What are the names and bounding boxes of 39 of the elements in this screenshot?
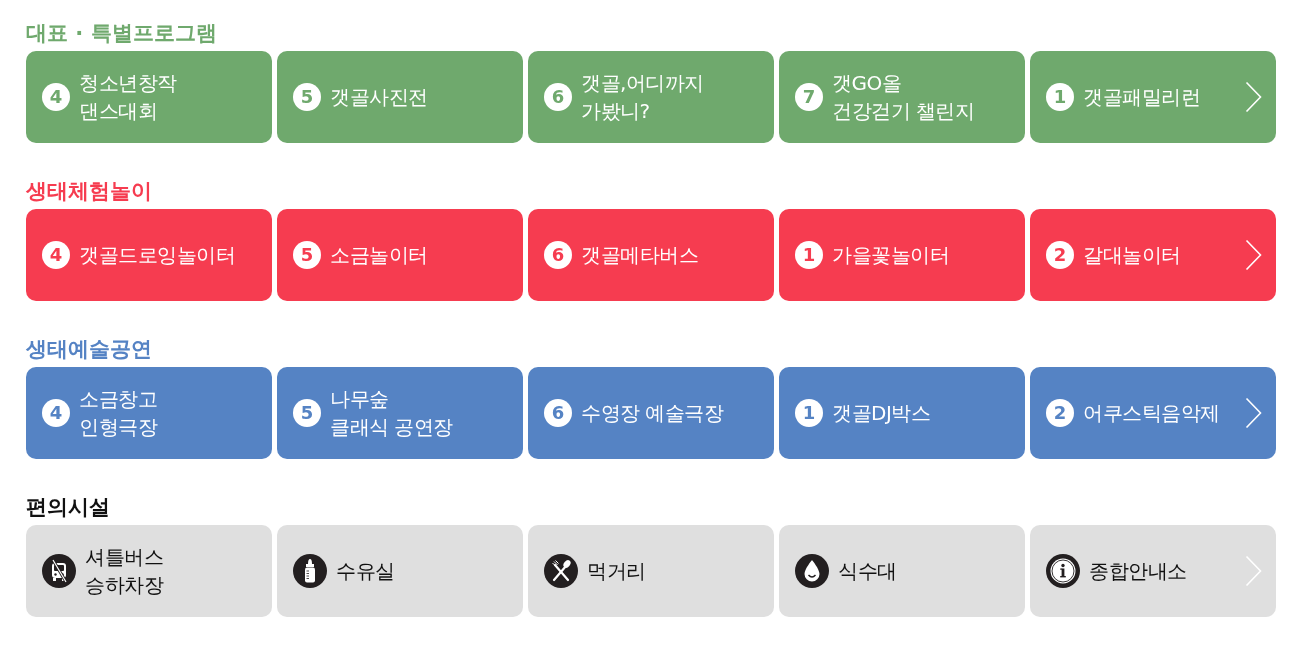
number-badge: 2 [1046,399,1074,427]
number-badge: 1 [795,399,823,427]
number-badge: 5 [293,83,321,111]
baby-bottle-icon [293,554,327,588]
program-card[interactable]: 1 갯골DJ박스 [779,367,1025,459]
program-card[interactable]: 4 갯골드로잉놀이터 [26,209,272,301]
section-heading: 생태예술공연 [26,337,152,362]
section-heading: 편의시설 [26,495,110,520]
water-drop-icon [795,554,829,588]
number-badge: 1 [1046,83,1074,111]
section-heading: 생태체험놀이 [26,179,152,204]
number-badge: 4 [42,399,70,427]
program-card[interactable]: 5 갯골사진전 [277,51,523,143]
program-card[interactable]: 6 갯골메타버스 [528,209,774,301]
program-card[interactable]: 2 갈대놀이터 [1030,209,1276,301]
facility-card[interactable]: 수유실 [277,525,523,617]
number-badge: 5 [293,241,321,269]
program-card[interactable]: 2 어쿠스틱음악제 [1030,367,1276,459]
facility-card[interactable]: 식수대 [779,525,1025,617]
number-badge: 1 [795,241,823,269]
number-badge: 6 [544,83,572,111]
number-badge: 7 [795,83,823,111]
number-badge: 4 [42,83,70,111]
number-badge: 2 [1046,241,1074,269]
number-badge: 5 [293,399,321,427]
facility-card[interactable]: 먹거리 [528,525,774,617]
program-card[interactable]: 5 소금놀이터 [277,209,523,301]
fork-spoon-icon [544,554,578,588]
program-card[interactable]: 1 갯골패밀리런 [1030,51,1276,143]
info-icon [1046,554,1080,588]
facility-card[interactable]: 종합안내소 [1030,525,1276,617]
section-heading: 대표 · 특별프로그램 [26,21,217,46]
number-badge: 6 [544,241,572,269]
program-card[interactable]: 6 수영장 예술극장 [528,367,774,459]
facility-card[interactable]: 셔틀버스 승하차장 [26,525,272,617]
number-badge: 4 [42,241,70,269]
number-badge: 6 [544,399,572,427]
program-card[interactable]: 1 가을꽃놀이터 [779,209,1025,301]
bus-icon [42,554,76,588]
